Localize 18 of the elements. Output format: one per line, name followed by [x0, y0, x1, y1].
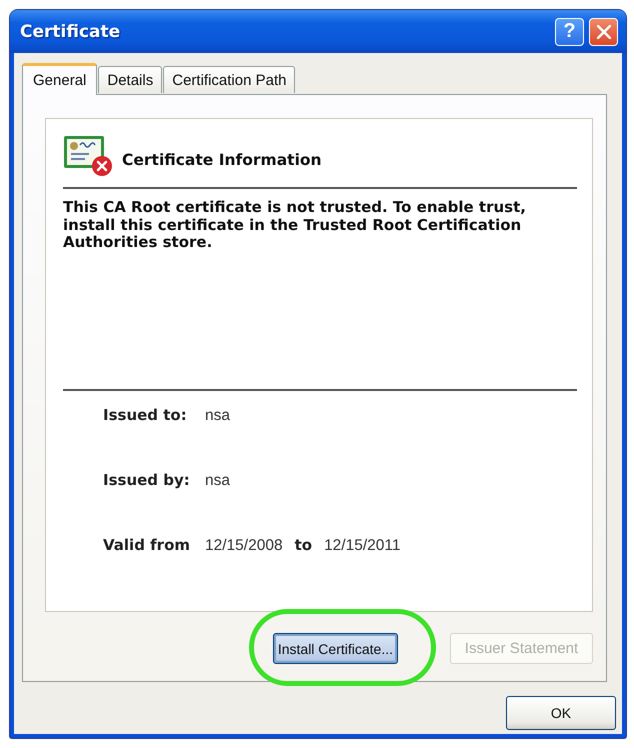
tab[interactable]: Details	[98, 66, 162, 93]
field-label: to	[294, 536, 312, 554]
field-value: 12/15/2008	[205, 537, 283, 555]
field-label: Issued by:	[103, 471, 191, 489]
close-button[interactable]	[589, 18, 618, 46]
section-heading: Certificate Information	[122, 151, 322, 169]
field-value: nsa	[205, 472, 230, 490]
window-title: Certificate	[20, 22, 122, 42]
field-value: nsa	[205, 407, 230, 425]
push-button[interactable]: Install Certificate...	[272, 633, 398, 664]
field-value: 12/15/2011	[324, 537, 400, 555]
field-label: Valid from	[103, 536, 192, 554]
close-icon	[596, 24, 610, 38]
tab[interactable]: General	[22, 63, 98, 95]
tab[interactable]: Certification Path	[163, 66, 296, 93]
ok-button[interactable]: OK	[506, 696, 616, 730]
trust-message: This CA Root certificate is not trusted. To enable trust, install this certificate in the Trusted Root Certification Authorities store.	[63, 199, 527, 252]
field-label: Issued to:	[103, 406, 188, 424]
